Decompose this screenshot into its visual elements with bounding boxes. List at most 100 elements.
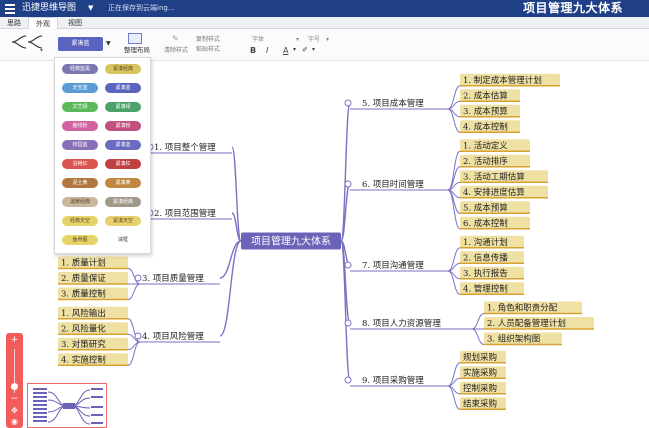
leaf-node[interactable]: 1. 风险输出: [58, 306, 128, 320]
branch-node[interactable]: 9. 项目采购管理: [344, 375, 448, 387]
theme-option[interactable]: 紧凑蓝: [105, 140, 141, 150]
branch-node[interactable]: 1. 项目整个管理: [146, 142, 232, 154]
leaf-label: 3. 质量控制: [61, 289, 106, 300]
collapse-toggle-icon[interactable]: [344, 180, 352, 188]
italic-button[interactable]: I: [266, 46, 268, 55]
theme-option[interactable]: 紧凑粉: [105, 121, 141, 131]
font-size-select[interactable]: 字号: [308, 36, 320, 44]
theme-option[interactable]: 泥土黄: [62, 178, 98, 188]
leaf-node[interactable]: 4. 成本控制: [460, 120, 520, 133]
brush-icon[interactable]: ✎: [172, 35, 179, 43]
theme-option[interactable]: 脑残粉: [62, 121, 98, 131]
hamburger-menu-icon[interactable]: [4, 2, 16, 14]
eye-icon[interactable]: ◉: [6, 417, 23, 427]
branch-node[interactable]: 2. 项目范围管理: [146, 208, 232, 220]
branch-node[interactable]: 6. 项目时间管理: [344, 179, 448, 191]
copy-style-button[interactable]: 复制样式: [196, 36, 220, 44]
theme-caret-icon[interactable]: ▼: [106, 40, 111, 47]
leaf-node[interactable]: 4. 实施控制: [58, 353, 128, 366]
branch-node[interactable]: 5. 项目成本管理: [344, 98, 448, 110]
clear-style-button[interactable]: 清除样式: [164, 47, 188, 55]
leaf-node[interactable]: 规划采购: [460, 350, 506, 364]
leaf-node[interactable]: 2. 成本估算: [460, 89, 520, 102]
structure-caret-icon[interactable]: ▾: [40, 47, 43, 55]
zoom-in-button[interactable]: +: [6, 335, 23, 345]
leaf-node[interactable]: 4. 安排进度估算: [460, 185, 548, 199]
collapse-toggle-icon[interactable]: [344, 99, 352, 107]
center-node[interactable]: 项目管理九大体系: [241, 232, 341, 250]
paste-style-button[interactable]: 粘贴样式: [196, 46, 220, 54]
tab-idea[interactable]: 思路: [2, 17, 26, 29]
theme-option[interactable]: 鱼骨图: [62, 235, 98, 245]
leaf-node[interactable]: 1. 制定成本管理计划: [460, 73, 560, 87]
leaf-node[interactable]: 1. 质量计划: [58, 256, 128, 270]
leaf-node[interactable]: 2. 风险量化: [58, 322, 128, 335]
app-brand[interactable]: 迅捷思维导图: [22, 2, 76, 15]
theme-option[interactable]: 校园蓝: [62, 140, 98, 150]
chevron-down-icon[interactable]: ▾: [326, 36, 329, 44]
leaf-label: 3. 组织架构图: [487, 334, 540, 345]
highlight-icon[interactable]: ✐: [302, 46, 308, 54]
leaf-node[interactable]: 1. 沟通计划: [460, 235, 524, 249]
leaf-node[interactable]: 5. 成本预算: [460, 201, 530, 214]
leaf-node[interactable]: 2. 信息传播: [460, 251, 524, 264]
minimap[interactable]: [27, 383, 107, 428]
theme-option[interactable]: 紧凑蓝: [105, 83, 141, 93]
arrange-layout-button[interactable]: 整理布局: [124, 46, 150, 54]
zoom-slider-handle[interactable]: [11, 383, 18, 390]
theme-option[interactable]: 温暖经典: [62, 197, 98, 207]
collapse-toggle-icon[interactable]: [344, 319, 352, 327]
theme-style-button[interactable]: 紧凑蓝: [58, 37, 103, 51]
theme-option[interactable]: 紧凑黄: [105, 178, 141, 188]
theme-option[interactable]: 经典天空: [62, 216, 98, 226]
theme-option[interactable]: 天空蓝: [62, 83, 98, 93]
leaf-label: 2. 风险量化: [61, 323, 106, 334]
chevron-down-icon[interactable]: ▼: [88, 2, 93, 15]
leaf-node[interactable]: 6. 成本控制: [460, 216, 530, 230]
fit-screen-icon[interactable]: ✥: [6, 406, 23, 416]
leaf-node[interactable]: 2. 质量保证: [58, 272, 128, 285]
leaf-node[interactable]: 3. 质量控制: [58, 287, 128, 301]
collapse-toggle-icon[interactable]: [344, 261, 352, 269]
leaf-node[interactable]: 控制采购: [460, 381, 506, 395]
collapse-toggle-icon[interactable]: [134, 332, 142, 340]
theme-option[interactable]: 紧凑绿: [105, 102, 141, 112]
leaf-node[interactable]: 2. 人员配备管理计划: [484, 317, 594, 330]
leaf-node[interactable]: 3. 对策研究: [58, 337, 128, 351]
leaf-node[interactable]: 1. 角色和职责分配: [484, 301, 582, 315]
chevron-down-icon[interactable]: ▾: [296, 36, 299, 44]
leaf-node[interactable]: 1. 活动定义: [460, 139, 530, 152]
theme-option[interactable]: 经典蓝黑: [62, 64, 98, 74]
branch-node[interactable]: 3. 项目质量管理: [134, 273, 220, 285]
leaf-node[interactable]: 4. 管理控制: [460, 282, 524, 295]
font-color-button[interactable]: A: [283, 46, 288, 55]
collapse-toggle-icon[interactable]: [134, 274, 142, 282]
collapse-toggle-icon[interactable]: [344, 376, 352, 384]
theme-option[interactable]: 紧凑红: [105, 159, 141, 169]
font-family-select[interactable]: 字体: [252, 36, 264, 44]
layout-icon[interactable]: [128, 33, 142, 44]
leaf-node[interactable]: 3. 活动工期估算: [460, 170, 548, 183]
highlight-caret-icon[interactable]: ▾: [312, 46, 315, 53]
leaf-node[interactable]: 实施采购: [460, 366, 506, 379]
theme-option[interactable]: 紧凑经典: [105, 64, 141, 74]
bold-button[interactable]: B: [250, 46, 256, 55]
branch-node[interactable]: 4. 项目风险管理: [134, 331, 220, 343]
structure-icon[interactable]: [10, 34, 44, 50]
leaf-node[interactable]: 3. 成本预算: [460, 104, 520, 118]
theme-option[interactable]: 减框: [105, 235, 141, 245]
theme-option[interactable]: 紧凑经典: [105, 197, 141, 207]
leaf-node[interactable]: 结束采购: [460, 397, 506, 410]
branch-node[interactable]: 7. 项目沟通管理: [344, 260, 448, 272]
tab-view[interactable]: 视图: [62, 17, 88, 29]
theme-option[interactable]: 紧凑天空: [105, 216, 141, 226]
font-color-caret-icon[interactable]: ▾: [293, 46, 296, 53]
theme-option[interactable]: 浴袍红: [62, 159, 98, 169]
branch-node[interactable]: 8. 项目人力资源管理: [344, 318, 472, 330]
theme-option[interactable]: 文艺绿: [62, 102, 98, 112]
leaf-node[interactable]: 3. 执行报告: [460, 266, 524, 280]
zoom-out-button[interactable]: −: [6, 394, 23, 404]
leaf-node[interactable]: 3. 组织架构图: [484, 332, 562, 346]
tab-appearance[interactable]: 外观: [28, 17, 58, 29]
leaf-node[interactable]: 2. 活动排序: [460, 154, 530, 168]
